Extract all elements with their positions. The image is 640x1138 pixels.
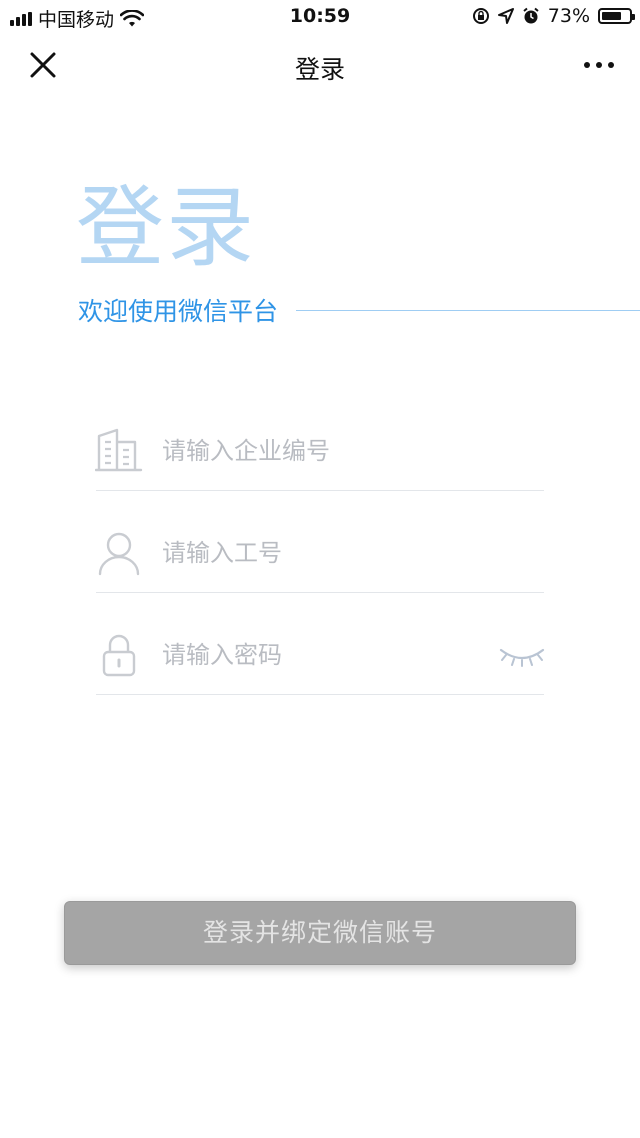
hero-subtitle-row: 欢迎使用微信平台 (78, 292, 640, 328)
login-bind-wechat-button[interactable]: 登录并绑定微信账号 (64, 901, 576, 965)
password-input[interactable] (162, 641, 482, 669)
lock-icon (94, 630, 144, 680)
nav-bar: 登录 (0, 34, 640, 96)
hero-divider (296, 309, 640, 311)
battery-percent: 73% (547, 5, 590, 27)
hero-subtitle: 欢迎使用微信平台 (78, 297, 279, 326)
status-bar: 中国移动 10:59 73% (0, 0, 640, 34)
alarm-icon (523, 7, 539, 24)
company-field (94, 412, 544, 491)
status-right: 73% (472, 5, 635, 27)
more-icon[interactable] (584, 62, 614, 68)
hero-title: 登录 (76, 176, 257, 279)
employee-field (96, 514, 544, 593)
building-icon (94, 426, 144, 476)
user-icon (94, 528, 144, 578)
password-field (94, 616, 546, 695)
location-icon (497, 8, 514, 24)
eye-closed-icon[interactable] (498, 644, 546, 668)
battery-icon (598, 8, 635, 24)
nav-title: 登录 (294, 55, 345, 84)
login-screen: 中国移动 10:59 73% 登录 登录 欢迎使用微信平台 请输入企业编号 请输… (0, 0, 640, 1138)
orientation-lock-icon (472, 8, 489, 24)
employee-number-input[interactable] (162, 539, 482, 567)
company-number-input[interactable] (162, 437, 482, 465)
